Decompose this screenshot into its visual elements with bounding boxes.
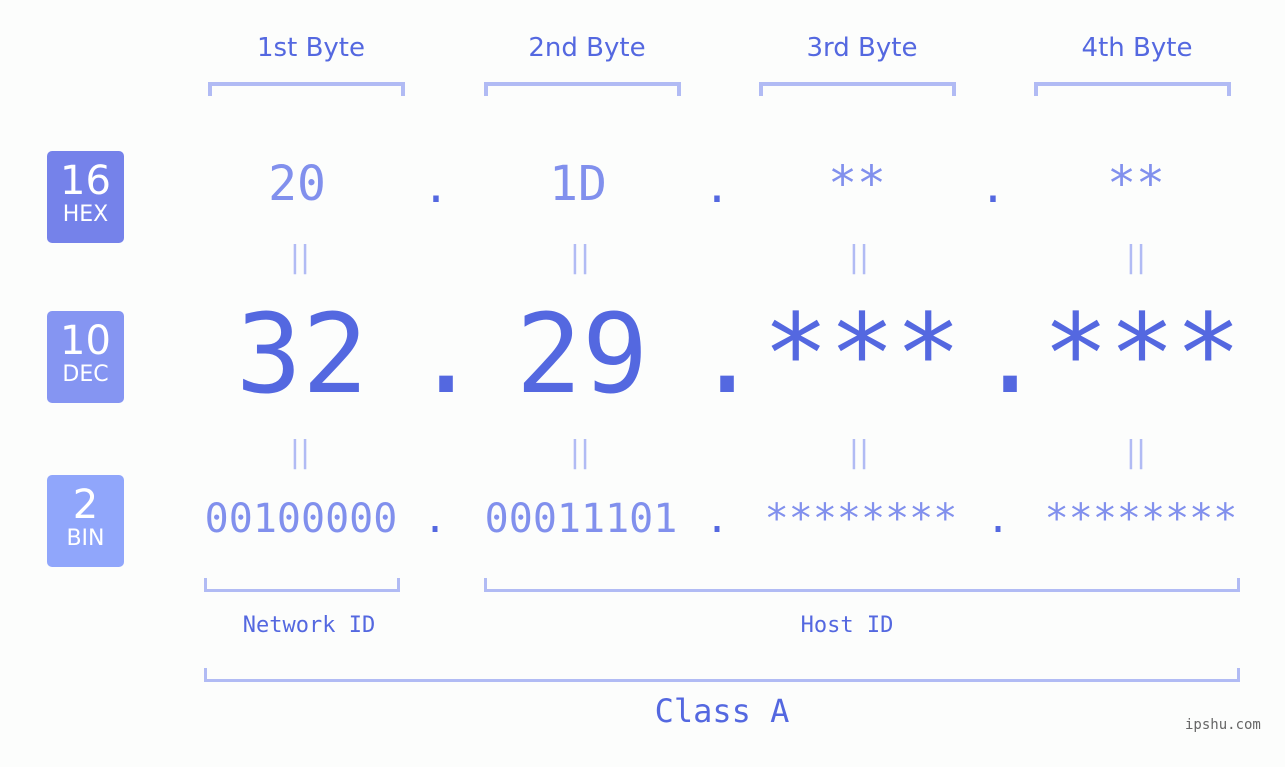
byte-header-3: 3rd Byte [806, 33, 918, 63]
bin-byte-1: 00100000 [204, 496, 398, 542]
bin-byte-3: ******** [764, 496, 958, 542]
equals-sign: || [289, 435, 311, 470]
equals-sign: || [1125, 435, 1147, 470]
dec-badge: 10 DEC [47, 311, 124, 403]
network-id-label: Network ID [242, 613, 376, 638]
dec-byte-1: 32 [235, 290, 369, 418]
equals-sign: || [569, 240, 591, 275]
hex-dot-1: . [422, 162, 450, 213]
dec-dot-3: . [977, 290, 1044, 418]
byte-header-2: 2nd Byte [528, 33, 646, 63]
byte-header-4: 4th Byte [1081, 33, 1193, 63]
dec-badge-number: 10 [60, 318, 111, 364]
hex-badge-number: 16 [60, 158, 111, 204]
host-id-label: Host ID [800, 613, 894, 638]
dec-dot-1: . [413, 290, 480, 418]
hex-byte-2: 1D [549, 156, 607, 212]
dec-dot-2: . [694, 290, 761, 418]
bin-badge-label: BIN [66, 526, 105, 551]
bin-dot-3: . [985, 496, 1011, 542]
byte-header-1: 1st Byte [257, 33, 365, 63]
bin-byte-2: 00011101 [484, 496, 678, 542]
hex-byte-3: ** [828, 156, 886, 212]
bin-dot-2: . [704, 496, 730, 542]
bin-byte-4: ******** [1044, 496, 1238, 542]
byte-bracket-4 [1034, 82, 1231, 96]
equals-sign: || [289, 240, 311, 275]
hex-dot-3: . [979, 162, 1007, 213]
dec-badge-label: DEC [62, 362, 109, 387]
hex-dot-2: . [703, 162, 731, 213]
equals-sign: || [848, 435, 870, 470]
host-id-bracket [484, 578, 1240, 592]
hex-badge-label: HEX [62, 202, 109, 227]
class-bracket [204, 668, 1240, 682]
equals-sign: || [1125, 240, 1147, 275]
bin-dot-1: . [422, 496, 448, 542]
watermark: ipshu.com [1185, 717, 1261, 733]
network-id-bracket [204, 578, 400, 592]
bin-badge: 2 BIN [47, 475, 124, 567]
class-label: Class A [654, 692, 790, 730]
dec-byte-2: 29 [515, 290, 649, 418]
byte-bracket-1 [208, 82, 405, 96]
equals-sign: || [848, 240, 870, 275]
hex-byte-4: ** [1107, 156, 1165, 212]
byte-bracket-2 [484, 82, 681, 96]
bin-badge-number: 2 [72, 482, 99, 528]
dec-byte-3: *** [762, 290, 962, 418]
byte-bracket-3 [759, 82, 956, 96]
hex-badge: 16 HEX [47, 151, 124, 243]
equals-sign: || [569, 435, 591, 470]
hex-byte-1: 20 [268, 156, 326, 212]
dec-byte-4: *** [1042, 290, 1242, 418]
